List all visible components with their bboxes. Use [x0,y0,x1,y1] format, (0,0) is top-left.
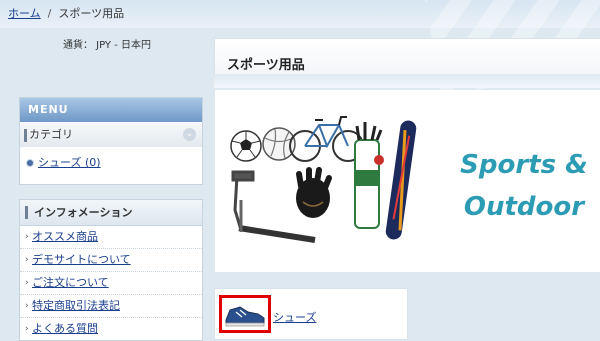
subcategory-card: シューズ [214,288,408,340]
page-title-box: スポーツ用品 [214,38,600,75]
soccer-ball-icon [230,130,262,162]
information-menu: インフォメーション › オススメ商品 › デモサイトについて › ご注文について… [19,199,203,341]
info-item-legal[interactable]: › 特定商取引法表記 [20,295,202,318]
info-link-legal[interactable]: 特定商取引法表記 [32,299,120,312]
breadcrumb-home-link[interactable]: ホーム [8,7,41,20]
category-label: カテゴリ [29,128,73,141]
menu-header: MENU [20,98,202,122]
info-item-ordering[interactable]: › ご注文について [20,272,202,295]
main-content: スポーツ用品 Sports & Outdoor シューズ [214,38,600,340]
info-link-recommended[interactable]: オススメ商品 [32,230,98,243]
chevron-down-icon[interactable]: ⌄ [183,128,196,141]
sneaker-icon [225,306,265,327]
breadcrumb-separator: / [47,7,52,20]
info-header-label: インフォメーション [34,206,133,219]
breadcrumb-current: スポーツ用品 [58,7,125,20]
banner-text-line2: Outdoor [463,192,585,222]
category-menu: MENU カテゴリ ⌄ シューズ (0) [19,97,203,185]
subcategory-shoes-link[interactable]: シューズ [273,309,316,325]
sidebar-item-shoes-link[interactable]: シューズ (0) [38,156,101,169]
arrow-right-icon: › [25,255,29,265]
arrow-right-icon: › [25,232,29,242]
sidebar-item-shoes[interactable]: シューズ (0) [20,153,202,173]
baseball-glove-icon [296,167,332,218]
breadcrumb-inner: ホーム / スポーツ用品 [8,5,124,21]
info-header: インフォメーション [20,200,202,226]
currency-display: 通貨： JPY - 日本円 [8,36,206,51]
left-sidebar: 通貨： JPY - 日本円 MENU カテゴリ ⌄ シューズ (0) インフォメ… [8,28,206,341]
banner-text-line1: Sports & [460,150,588,180]
info-link-faq[interactable]: よくある質問 [32,322,98,335]
breadcrumb: ホーム / スポーツ用品 [0,0,600,97]
banner-text: Sports & Outdoor [449,144,599,228]
category-bar-icon [24,129,27,142]
golf-bag-icon [354,122,384,229]
category-toggle[interactable]: カテゴリ ⌄ [20,122,202,147]
arrow-right-icon: › [25,324,29,334]
info-item-faq[interactable]: › よくある質問 [20,318,202,341]
info-item-recommended[interactable]: › オススメ商品 [20,226,202,249]
currency-value[interactable]: JPY - 日本円 [96,40,151,51]
bicycle-icon [289,116,364,162]
bullet-icon [27,160,33,166]
shoe-thumbnail[interactable] [219,295,271,333]
snowboard-icon [385,120,417,240]
page-title: スポーツ用品 [227,58,305,73]
info-bar-icon [25,206,28,219]
arrow-right-icon: › [25,301,29,311]
info-item-about-demo[interactable]: › デモサイトについて [20,249,202,272]
category-banner: Sports & Outdoor [215,90,600,272]
title-divider [214,74,600,88]
arrow-right-icon: › [25,278,29,288]
info-link-ordering[interactable]: ご注文について [32,276,109,289]
info-link-about-demo[interactable]: デモサイトについて [32,253,131,266]
currency-label: 通貨： [62,40,93,51]
